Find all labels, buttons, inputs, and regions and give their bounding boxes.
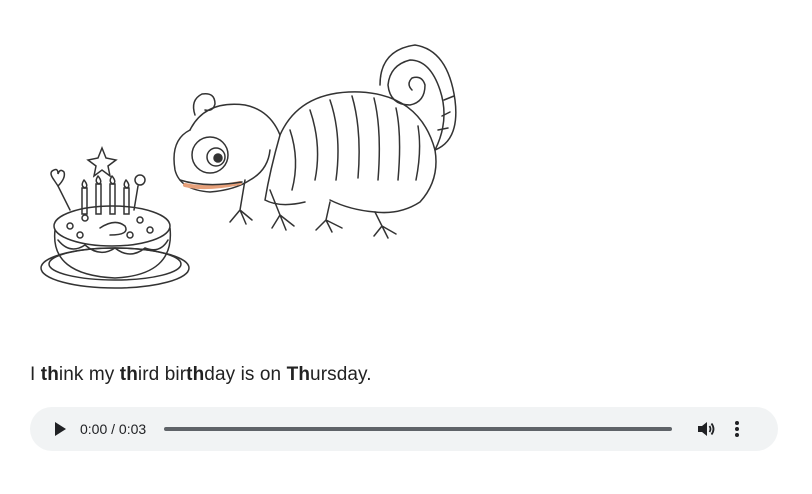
chameleon-cake-illustration	[30, 30, 470, 300]
sentence-part-bold: th	[186, 364, 205, 385]
sentence-part: ursday.	[310, 364, 372, 385]
example-sentence: I think my third birthday is on Thursday…	[30, 364, 372, 386]
sentence-part-bold: th	[40, 364, 59, 385]
audio-progress-bar[interactable]	[164, 427, 673, 431]
sentence-part: ink my	[58, 364, 120, 385]
sentence-part-bold: th	[119, 364, 138, 385]
play-icon[interactable]	[52, 421, 68, 437]
audio-time: 0:00 / 0:03	[80, 421, 147, 437]
sentence-part-bold: Th	[286, 364, 311, 385]
sentence-part: I	[30, 364, 41, 385]
sentence-part: day is on	[204, 364, 287, 385]
sentence-part: ird bir	[137, 364, 187, 385]
volume-icon[interactable]	[696, 419, 716, 439]
audio-player: 0:00 / 0:03	[30, 407, 778, 451]
more-vert-icon[interactable]	[734, 420, 740, 438]
